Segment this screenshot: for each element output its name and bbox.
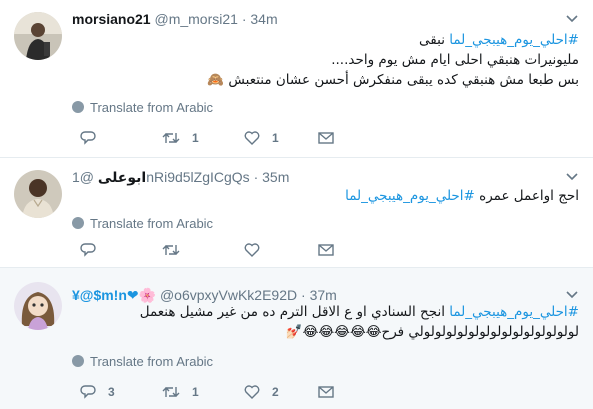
like-count: 1 [272, 131, 279, 145]
tweet-header: ابوعلى @1nRi9d5lZgICgQs · 35m [72, 167, 563, 187]
like-button[interactable]: 2 [244, 382, 279, 402]
tweet-line-text: انجح السنادي او ع الاقل الترم ده من غير … [139, 304, 450, 320]
reply-icon [80, 385, 96, 399]
reply-icon [80, 243, 96, 257]
direct-message-button[interactable] [318, 240, 334, 260]
direct-message-button[interactable] [318, 382, 334, 402]
tweet-actions [72, 240, 352, 260]
retweet-icon [162, 245, 180, 255]
retweet-count: 1 [192, 131, 199, 145]
hashtag-link[interactable]: #احلي_يوم_هيبجي_لما [449, 304, 579, 320]
translate-link[interactable]: Translate from Arabic [72, 100, 213, 116]
tweet-line: لولولولولولولولولولولولولولولي فرح😂😂😂😂😂💅… [285, 324, 579, 340]
tweet-line-text: نبقى [419, 32, 450, 48]
tweet[interactable]: ابوعلى @1nRi9d5lZgICgQs · 35m احج اواعمل… [0, 158, 593, 268]
translate-label: Translate from Arabic [90, 216, 214, 231]
timestamp[interactable]: 34m [250, 11, 277, 27]
globe-icon [72, 355, 84, 367]
tweet-text: #احلي_يوم_هيبجي_لما نبقى مليونيرات هنبقي… [72, 30, 579, 90]
heart-icon [244, 385, 260, 399]
separator-dot: · [253, 169, 259, 185]
avatar[interactable] [14, 12, 62, 60]
avatar-image [14, 12, 62, 60]
chevron-down-icon[interactable] [565, 288, 579, 302]
reply-icon [80, 131, 96, 145]
globe-icon [72, 101, 84, 113]
retweet-count: 1 [192, 385, 199, 399]
retweet-button[interactable] [162, 240, 192, 260]
translate-label: Translate from Arabic [90, 100, 214, 115]
hashtag-link[interactable]: #احلي_يوم_هيبجي_لما [345, 188, 475, 204]
tweet-header: morsiano21 @m_morsi21 · 34m [72, 9, 563, 29]
timestamp[interactable]: 37m [310, 287, 337, 303]
chevron-down-icon[interactable] [565, 170, 579, 184]
direct-message-button[interactable] [318, 128, 334, 148]
tweet-line: #احلي_يوم_هيبجي_لما نبقى [72, 30, 579, 50]
retweet-icon [162, 133, 180, 143]
tweet-text: #احلي_يوم_هيبجي_لما انجح السنادي او ع ال… [72, 302, 579, 342]
timestamp[interactable]: 35m [262, 169, 289, 185]
like-count: 2 [272, 385, 279, 399]
tweet-line: مليونيرات هنبقي احلى ايام مش يوم واحد...… [331, 52, 579, 68]
user-handle[interactable]: @m_morsi21 [154, 11, 237, 27]
reply-button[interactable]: 3 [80, 382, 115, 402]
envelope-icon [318, 132, 334, 144]
tweet-line: #احلي_يوم_هيبجي_لما انجح السنادي او ع ال… [72, 302, 579, 322]
reply-count: 3 [108, 385, 115, 399]
envelope-icon [318, 386, 334, 398]
display-name[interactable]: morsiano21 [72, 11, 151, 27]
avatar[interactable] [14, 282, 62, 330]
translate-link[interactable]: Translate from Arabic [72, 216, 213, 232]
tweet-actions: 1 1 [72, 128, 352, 148]
tweet-line-text: احج اواعمل عمره [474, 188, 579, 204]
heart-icon [244, 243, 260, 257]
reply-button[interactable] [80, 240, 108, 260]
reply-button[interactable] [80, 128, 108, 148]
translate-link[interactable]: Translate from Arabic [72, 354, 213, 370]
tweet-line: بس طبعا مش هنبقي كده يبقى منفكرش أحسن عش… [207, 72, 579, 88]
display-name[interactable]: ¥@$m!n❤🌸 [72, 287, 156, 303]
separator-dot: · [241, 11, 247, 27]
tweet-actions: 3 1 2 [72, 382, 352, 402]
tweet[interactable]: morsiano21 @m_morsi21 · 34m #احلي_يوم_هي… [0, 0, 593, 158]
retweet-icon [162, 387, 180, 397]
like-button[interactable]: 1 [244, 128, 279, 148]
tweet-line: احج اواعمل عمره #احلي_يوم_هيبجي_لما [72, 186, 579, 206]
globe-icon [72, 217, 84, 229]
retweet-button[interactable]: 1 [162, 128, 199, 148]
translate-label: Translate from Arabic [90, 354, 214, 369]
hashtag-link[interactable]: #احلي_يوم_هيبجي_لما [449, 32, 579, 48]
tweet[interactable]: ¥@$m!n❤🌸 @o6vpxyVwKk2E92D · 37m #احلي_يو… [0, 268, 593, 409]
retweet-button[interactable]: 1 [162, 382, 199, 402]
user-handle[interactable]: @o6vpxyVwKk2E92D [160, 287, 297, 303]
chevron-down-icon[interactable] [565, 12, 579, 26]
tweet-text: احج اواعمل عمره #احلي_يوم_هيبجي_لما [72, 186, 579, 206]
heart-icon [244, 131, 260, 145]
separator-dot: · [301, 287, 306, 303]
envelope-icon [318, 244, 334, 256]
avatar[interactable] [14, 170, 62, 218]
display-name[interactable]: ابوعلى [98, 169, 146, 185]
avatar-image [14, 170, 62, 218]
like-button[interactable] [244, 240, 272, 260]
avatar-image [14, 282, 62, 330]
